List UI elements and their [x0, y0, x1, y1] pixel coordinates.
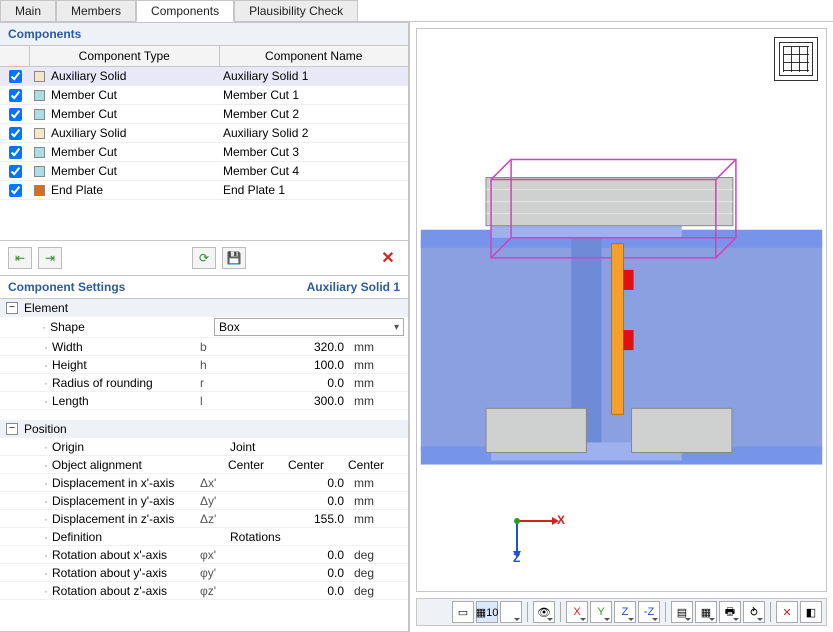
property-row[interactable]: ·Radius of roundingr0.0mm	[0, 374, 408, 392]
component-name: Member Cut 3	[219, 143, 408, 161]
property-row[interactable]: ·OriginJoint	[0, 438, 408, 456]
property-row[interactable]: ·Rotation about y'-axisφy'0.0deg	[0, 564, 408, 582]
component-name: End Plate 1	[219, 181, 408, 199]
col-check	[0, 46, 30, 66]
table-row[interactable]: Member Cut Member Cut 2	[0, 105, 408, 124]
vt-cube[interactable]: ▦	[695, 601, 717, 623]
component-type: Member Cut	[51, 164, 117, 178]
component-type: End Plate	[51, 183, 103, 197]
left-pane: Components Component Type Component Name…	[0, 22, 410, 632]
viewer-pane: X Z ▭ ▦10 👁 X Y Z -Z ▤ ▦ 🖶 ⥁ ✕ ◧	[410, 22, 833, 632]
table-row[interactable]: Member Cut Member Cut 4	[0, 162, 408, 181]
component-name: Member Cut 1	[219, 86, 408, 104]
move-right-button[interactable]: ⇥	[38, 247, 62, 269]
component-type: Auxiliary Solid	[51, 69, 126, 83]
vt-stack[interactable]: ▤	[671, 601, 693, 623]
table-row[interactable]: Auxiliary Solid Auxiliary Solid 2	[0, 124, 408, 143]
nav-cube[interactable]	[774, 37, 818, 81]
col-type: Component Type	[30, 46, 220, 66]
vt-clear[interactable]: ✕	[776, 601, 798, 623]
component-name: Member Cut 2	[219, 105, 408, 123]
property-row[interactable]: ·Lengthl300.0mm	[0, 392, 408, 410]
viewer-toolbar: ▭ ▦10 👁 X Y Z -Z ▤ ▦ 🖶 ⥁ ✕ ◧	[416, 598, 827, 626]
color-swatch	[34, 71, 45, 82]
components-toolbar: ⇤ ⇥ ⟳ 💾 ✕	[0, 241, 409, 276]
collapse-icon[interactable]: −	[6, 423, 18, 435]
tab-members[interactable]: Members	[56, 0, 136, 21]
property-grid: −Element·ShapeBox·Widthb320.0mm·Heighth1…	[0, 299, 409, 632]
color-swatch	[34, 166, 45, 177]
tab-bar: Main Members Components Plausibility Che…	[0, 0, 833, 22]
component-type: Member Cut	[51, 88, 117, 102]
components-header: Components	[0, 22, 409, 46]
property-row[interactable]: ·Rotation about x'-axisφx'0.0deg	[0, 546, 408, 564]
vt-pick[interactable]: ▭	[452, 601, 474, 623]
component-type: Member Cut	[51, 107, 117, 121]
component-name: Auxiliary Solid 2	[219, 124, 408, 142]
table-row[interactable]: End Plate End Plate 1	[0, 181, 408, 200]
vt-grid[interactable]: ▦10	[476, 601, 498, 623]
row-checkbox[interactable]	[9, 184, 22, 197]
collapse-icon[interactable]: −	[6, 302, 18, 314]
table-row[interactable]: Member Cut Member Cut 1	[0, 86, 408, 105]
vt-yaxis[interactable]: Y	[590, 601, 612, 623]
axis-gizmo: X Z	[507, 501, 567, 561]
row-checkbox[interactable]	[9, 70, 22, 83]
vt-xaxis[interactable]: X	[566, 601, 588, 623]
color-swatch	[34, 109, 45, 120]
delete-button[interactable]: ✕	[376, 247, 400, 269]
color-swatch	[34, 147, 45, 158]
color-swatch	[34, 185, 45, 196]
section-title: Element	[24, 301, 68, 315]
vt-print[interactable]: 🖶	[719, 601, 741, 623]
refresh-button[interactable]: ⟳	[192, 247, 216, 269]
vt-rotate[interactable]: ⥁	[743, 601, 765, 623]
property-row[interactable]: ·Displacement in y'-axisΔy'0.0mm	[0, 492, 408, 510]
components-table: Component Type Component Name Auxiliary …	[0, 46, 409, 241]
row-checkbox[interactable]	[9, 127, 22, 140]
property-row[interactable]: ·Heighth100.0mm	[0, 356, 408, 374]
component-type: Member Cut	[51, 145, 117, 159]
vt-drop1[interactable]	[500, 601, 522, 623]
move-left-button[interactable]: ⇤	[8, 247, 32, 269]
model-svg	[417, 29, 826, 591]
component-name: Auxiliary Solid 1	[219, 67, 408, 85]
property-row[interactable]: ·Displacement in x'-axisΔx'0.0mm	[0, 474, 408, 492]
tab-plausibility[interactable]: Plausibility Check	[234, 0, 358, 21]
row-checkbox[interactable]	[9, 89, 22, 102]
component-name: Member Cut 4	[219, 162, 408, 180]
table-row[interactable]: Auxiliary Solid Auxiliary Solid 1	[0, 67, 408, 86]
color-swatch	[34, 90, 45, 101]
property-row[interactable]: ·Displacement in z'-axisΔz'155.0mm	[0, 510, 408, 528]
vt-split[interactable]: ◧	[800, 601, 822, 623]
vt-neg-z[interactable]: -Z	[638, 601, 660, 623]
shape-select[interactable]: Box	[214, 318, 404, 336]
property-row[interactable]: ·Widthb320.0mm	[0, 338, 408, 356]
component-type: Auxiliary Solid	[51, 126, 126, 140]
color-swatch	[34, 128, 45, 139]
property-row[interactable]: ·Rotation about z'-axisφz'0.0deg	[0, 582, 408, 600]
property-row[interactable]: ·DefinitionRotations	[0, 528, 408, 546]
tab-main[interactable]: Main	[0, 0, 56, 21]
vt-zaxis[interactable]: Z	[614, 601, 636, 623]
col-name: Component Name	[220, 46, 409, 66]
settings-header: Component Settings Auxiliary Solid 1	[0, 276, 409, 299]
row-checkbox[interactable]	[9, 165, 22, 178]
row-checkbox[interactable]	[9, 108, 22, 121]
vt-eye[interactable]: 👁	[533, 601, 555, 623]
save-button[interactable]: 💾	[222, 247, 246, 269]
viewer-canvas[interactable]: X Z	[416, 28, 827, 592]
section-title: Position	[24, 422, 67, 436]
tab-components[interactable]: Components	[136, 0, 234, 22]
property-row[interactable]: ·ShapeBox	[0, 317, 408, 338]
property-row[interactable]: ·Object alignmentCenterCenterCenter	[0, 456, 408, 474]
row-checkbox[interactable]	[9, 146, 22, 159]
table-row[interactable]: Member Cut Member Cut 3	[0, 143, 408, 162]
